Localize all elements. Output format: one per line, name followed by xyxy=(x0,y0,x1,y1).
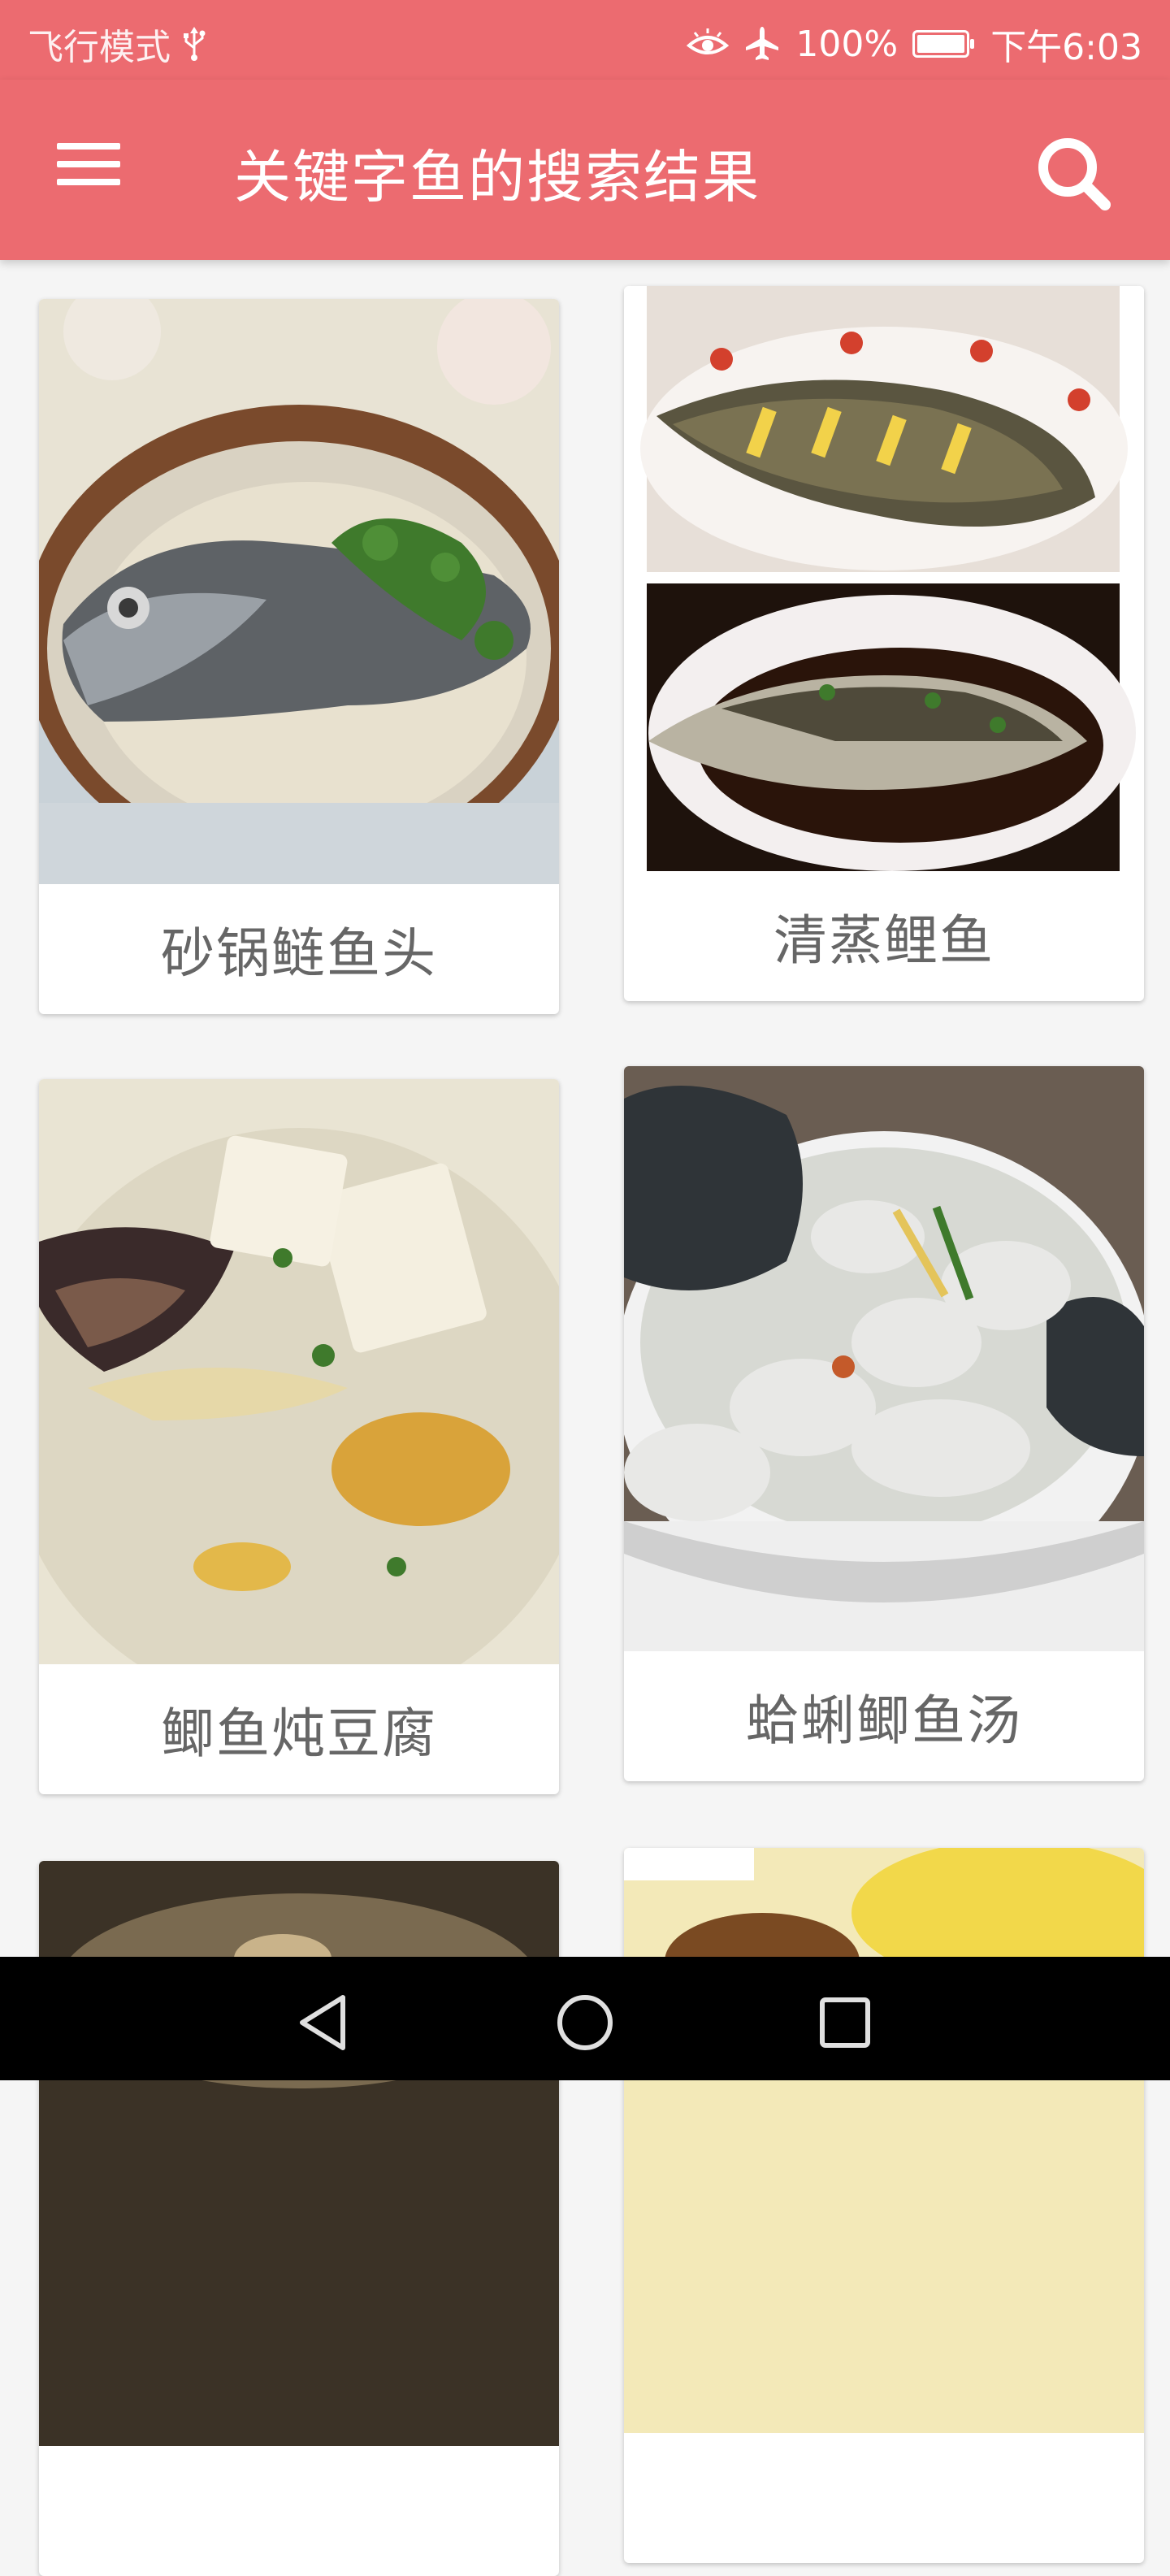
eye-comfort-icon xyxy=(687,28,730,60)
status-time: 下午6:03 xyxy=(990,27,1142,68)
result-title: 鲫鱼炖豆腐 xyxy=(161,1702,437,1765)
battery-percent: 100% xyxy=(795,23,899,65)
result-title: 砂锅鲢鱼头 xyxy=(161,922,437,985)
result-card[interactable]: 鲫鱼炖豆腐 xyxy=(39,1079,559,1794)
result-card[interactable] xyxy=(624,1848,1144,2563)
usb-icon xyxy=(182,25,206,63)
back-triangle-icon[interactable] xyxy=(289,1986,362,2059)
navigation-bar xyxy=(0,1957,1170,2080)
app-bar: 关键字鱼的搜索结果 xyxy=(0,80,1170,260)
steamed-carp-photo xyxy=(624,286,1144,871)
result-card[interactable]: 清蒸鲤鱼 xyxy=(624,286,1144,1001)
clam-fish-soup-photo xyxy=(624,1066,1144,1651)
hamburger-menu-icon[interactable] xyxy=(57,143,120,189)
battery-icon xyxy=(912,30,975,58)
airplane-mode-label: 飞行模式 xyxy=(28,27,171,68)
result-title: 清蒸鲤鱼 xyxy=(774,909,994,972)
result-card[interactable]: 砂锅鲢鱼头 xyxy=(39,299,559,1014)
dish-photo xyxy=(39,1861,559,2446)
status-right: 100% 下午6:03 xyxy=(687,18,1142,70)
result-title: 蛤蜊鲫鱼汤 xyxy=(746,1689,1022,1752)
result-title xyxy=(39,2446,559,2576)
result-title xyxy=(624,2433,1144,2563)
search-icon[interactable] xyxy=(1029,128,1118,218)
airplane-icon xyxy=(743,25,781,63)
status-left: 飞行模式 xyxy=(28,18,206,70)
home-circle-icon[interactable] xyxy=(548,1986,622,2059)
dish-photo xyxy=(624,1848,1144,2433)
page-title: 关键字鱼的搜索结果 xyxy=(234,144,760,210)
recents-square-icon[interactable] xyxy=(808,1986,882,2059)
clay-pot-fish-head-photo xyxy=(39,299,559,900)
result-card[interactable]: 蛤蜊鲫鱼汤 xyxy=(624,1066,1144,1781)
crucian-carp-tofu-photo xyxy=(39,1079,559,1713)
status-bar: 飞行模式 100% 下午6:03 xyxy=(0,0,1170,80)
